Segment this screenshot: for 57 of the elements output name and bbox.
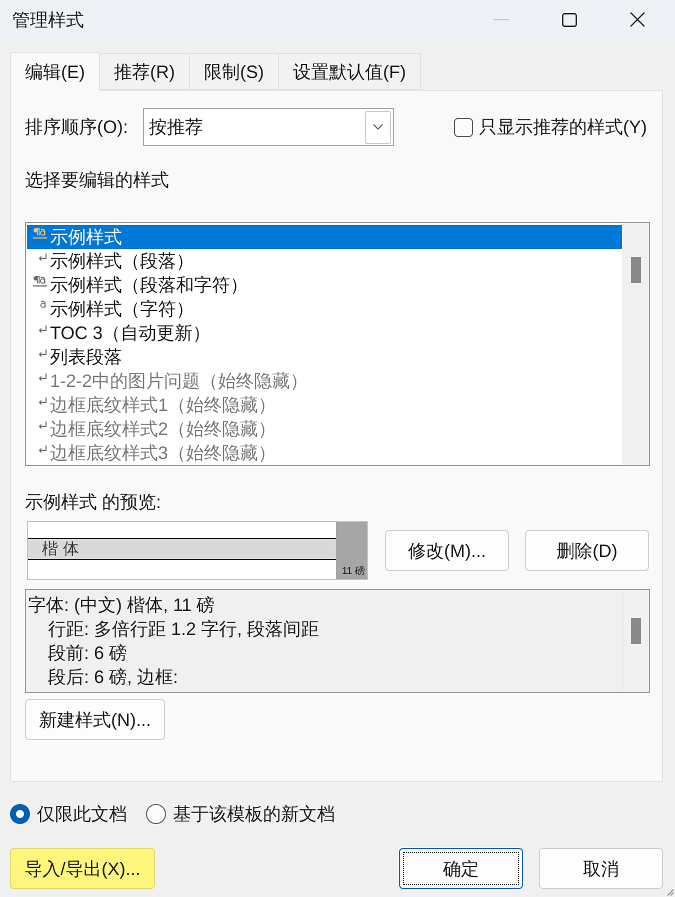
minimize-icon — [494, 18, 508, 20]
style-list-item[interactable]: 示例样式（字符） — [27, 297, 622, 321]
preview-sample-text: 楷体 — [42, 540, 84, 558]
tab[interactable]: 推荐(R) — [99, 53, 190, 90]
style-list-item[interactable]: 列表段落 — [27, 345, 622, 369]
cancel-button[interactable]: 取消 — [539, 848, 663, 889]
scrollbar-thumb[interactable] — [631, 618, 641, 644]
chevron-down-icon — [373, 124, 383, 130]
modify-button[interactable]: 修改(M)... — [385, 530, 509, 571]
character-style-icon — [40, 300, 47, 308]
font-size-label: 11 磅 — [342, 566, 365, 578]
tab[interactable]: 限制(S) — [189, 53, 279, 90]
radio-button[interactable] — [146, 804, 166, 824]
radio-label[interactable]: 基于该模板的新文档 — [173, 803, 335, 825]
new-style-button[interactable]: 新建样式(N)... — [25, 699, 165, 740]
radio-button[interactable] — [10, 804, 30, 824]
radio-label[interactable]: 仅限此文档 — [37, 803, 127, 825]
paragraph-mark-icon — [38, 349, 47, 358]
sort-order-label: 排序顺序(O): — [25, 116, 129, 139]
section-label: 选择要编辑的样式 — [25, 169, 169, 191]
description-line: 字体: (中文) 楷体, 11 磅 — [28, 594, 215, 617]
style-list-item[interactable]: 边框底纹样式1（始终隐藏） — [27, 393, 622, 417]
style-list-item[interactable]: 示例样式（段落和字符） — [27, 273, 622, 297]
paragraph-mark-icon — [38, 253, 47, 262]
style-list-item[interactable]: 示例样式（段落） — [27, 249, 622, 273]
paragraph-mark-icon — [38, 397, 47, 406]
import-export-button[interactable]: 导入/导出(X)... — [10, 848, 155, 889]
preview-label: 示例样式 的预览: — [25, 491, 162, 513]
tab[interactable]: 设置默认值(F) — [278, 53, 421, 90]
radio-dot-icon — [16, 810, 24, 818]
style-list-item[interactable]: 1-2-2中的图片问题（始终隐藏） — [27, 369, 622, 393]
paragraph-mark-icon — [38, 445, 47, 454]
paragraph-mark-icon — [38, 373, 47, 382]
window-title: 管理样式 — [12, 8, 84, 32]
style-list-item[interactable]: 边框底纹样式2（始终隐藏） — [27, 417, 622, 441]
style-list-item[interactable]: TOC 3（自动更新） — [27, 321, 622, 345]
scrollbar-thumb[interactable] — [630, 257, 640, 283]
ok-button[interactable]: 确定 — [399, 848, 523, 889]
style-list-item[interactable]: 边框底纹样式3（始终隐藏） — [27, 441, 622, 465]
linked-style-icon — [33, 228, 47, 239]
linked-style-icon — [33, 276, 47, 287]
close-icon — [630, 12, 644, 27]
resize-grip-icon[interactable] — [667, 889, 674, 896]
tab[interactable]: 编辑(E) — [10, 52, 100, 91]
checkbox[interactable] — [454, 118, 473, 136]
paragraph-mark-icon — [38, 325, 47, 334]
paragraph-mark-icon — [38, 421, 47, 430]
dropdown-toggle[interactable] — [365, 110, 391, 144]
sort-order-dropdown[interactable]: 按推荐 — [143, 108, 394, 146]
description-line: 段前: 6 磅 — [48, 642, 128, 665]
description-line: 段后: 6 磅, 边框: — [48, 666, 178, 689]
maximize-icon — [562, 12, 576, 26]
checkbox-label[interactable]: 只显示推荐的样式(Y) — [479, 116, 647, 138]
style-list-item[interactable]: 示例样式 — [27, 225, 622, 249]
scrollbar-track[interactable] — [622, 223, 649, 465]
description-line: 行距: 多倍行距 1.2 字行, 段落间距 — [48, 618, 320, 641]
delete-button[interactable]: 删除(D) — [525, 530, 649, 571]
